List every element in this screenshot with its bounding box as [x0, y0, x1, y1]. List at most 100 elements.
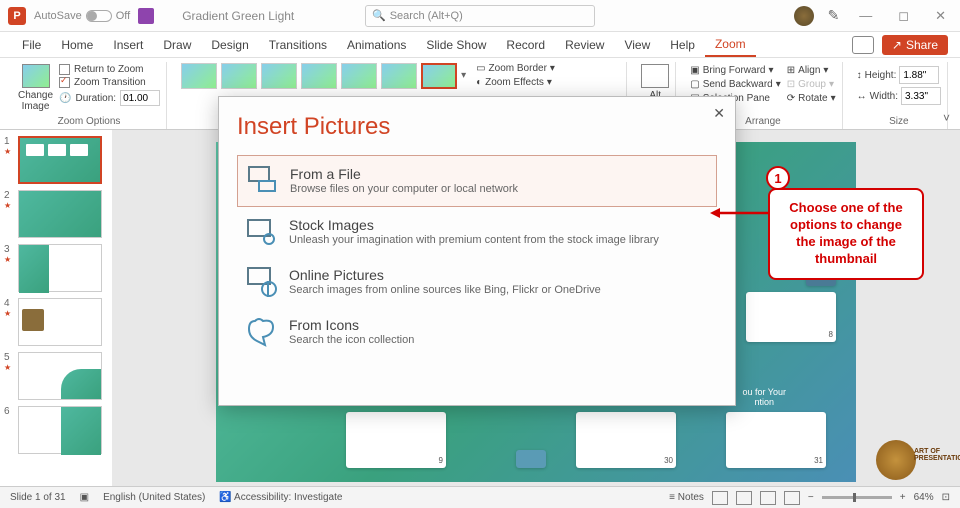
annotation-callout: 1 Choose one of the options to change th… — [768, 168, 924, 280]
animation-star-icon: ★ — [4, 147, 14, 156]
align-button[interactable]: ⊞Align▾ — [787, 64, 836, 77]
layer-front-icon: ▣ — [690, 65, 699, 76]
accessibility-icon: ♿ — [219, 492, 231, 503]
pen-icon[interactable]: ✎ — [828, 7, 840, 24]
zoom-style-4[interactable] — [301, 63, 337, 89]
autosave-toggle[interactable]: AutoSave Off — [34, 10, 130, 22]
change-image-label: Change Image — [18, 90, 53, 112]
slide-card-small[interactable] — [516, 450, 546, 468]
insert-pictures-dialog: ✕ Insert Pictures From a File Browse fil… — [218, 96, 736, 406]
comments-button[interactable] — [852, 36, 874, 54]
option-online-pictures[interactable]: Online Pictures Search images from onlin… — [237, 257, 717, 307]
option-from-icons[interactable]: From Icons Search the icon collection — [237, 307, 717, 357]
slide-thumb-2[interactable]: 2★ — [4, 190, 108, 238]
menu-view[interactable]: View — [614, 34, 660, 56]
return-to-zoom-checkbox[interactable]: Return to Zoom — [59, 64, 160, 75]
slide-thumb-6[interactable]: 6 — [4, 406, 108, 454]
width-input[interactable] — [901, 87, 941, 105]
spellcheck-icon[interactable]: ▣ — [80, 492, 89, 503]
callout-arrow-icon — [710, 207, 770, 219]
normal-view-button[interactable] — [712, 491, 728, 505]
slide-card-30[interactable]: 30 — [576, 412, 676, 468]
language-status[interactable]: English (United States) — [103, 492, 205, 503]
slide-card-8[interactable]: 8 — [746, 292, 836, 342]
option-title: Stock Images — [289, 217, 659, 233]
slide-thumb-3[interactable]: 3★ — [4, 244, 108, 292]
menu-transitions[interactable]: Transitions — [259, 34, 337, 56]
duration-label: Duration: — [75, 93, 116, 104]
document-title[interactable]: Gradient Green Light — [182, 9, 294, 23]
animation-star-icon: ★ — [4, 309, 14, 318]
menu-design[interactable]: Design — [201, 34, 258, 56]
duration-input[interactable] — [120, 90, 160, 106]
sorter-view-button[interactable] — [736, 491, 752, 505]
dialog-title: Insert Pictures — [237, 113, 717, 141]
menu-slideshow[interactable]: Slide Show — [416, 34, 496, 56]
fit-window-button[interactable]: ⊡ — [942, 492, 950, 503]
search-placeholder: Search (Alt+Q) — [390, 10, 463, 22]
option-from-file[interactable]: From a File Browse files on your compute… — [237, 155, 717, 207]
restore-button[interactable]: ◻ — [892, 8, 915, 24]
menu-insert[interactable]: Insert — [103, 34, 153, 56]
zoom-style-6[interactable] — [381, 63, 417, 89]
menu-record[interactable]: Record — [496, 34, 555, 56]
height-input[interactable] — [899, 66, 939, 84]
menu-draw[interactable]: Draw — [153, 34, 201, 56]
minimize-button[interactable]: — — [853, 8, 878, 23]
option-desc: Unleash your imagination with premium co… — [289, 234, 659, 246]
slide-card-31[interactable]: 31 — [726, 412, 826, 468]
styles-more-icon[interactable]: ▾ — [461, 70, 466, 81]
callout-box: Choose one of the options to change the … — [768, 188, 924, 280]
slide-card-9[interactable]: 9 — [346, 412, 446, 468]
group-button[interactable]: ⊡Group▾ — [787, 78, 836, 91]
zoom-level[interactable]: 64% — [914, 492, 934, 503]
option-desc: Search the icon collection — [289, 334, 414, 346]
bring-forward-button[interactable]: ▣Bring Forward▾ — [690, 64, 781, 77]
accessibility-status[interactable]: ♿ Accessibility: Investigate — [219, 492, 342, 503]
dialog-close-button[interactable]: ✕ — [713, 105, 725, 122]
slide-thumb-5[interactable]: 5★ — [4, 352, 108, 400]
slide-counter[interactable]: Slide 1 of 31 — [10, 492, 66, 503]
reading-view-button[interactable] — [760, 491, 776, 505]
slideshow-view-button[interactable] — [784, 491, 800, 505]
slide-thumbnail-panel[interactable]: 1★ 2★ 3★ 4★ 5★ 6 — [0, 130, 112, 486]
zoom-slider[interactable] — [822, 496, 892, 499]
search-input[interactable]: 🔍 Search (Alt+Q) — [365, 5, 595, 27]
from-icons-icon — [245, 317, 279, 347]
zoom-style-2[interactable] — [221, 63, 257, 89]
alt-text-icon — [641, 64, 669, 88]
size-group-label: Size — [889, 116, 908, 127]
menu-file[interactable]: File — [12, 34, 51, 56]
toggle-off-icon[interactable] — [86, 10, 112, 22]
zoom-transition-checkbox[interactable]: Zoom Transition — [59, 77, 160, 88]
menu-zoom[interactable]: Zoom — [705, 33, 756, 57]
notes-button[interactable]: ≡ Notes — [669, 492, 704, 503]
menu-help[interactable]: Help — [660, 34, 705, 56]
slide-thumb-1[interactable]: 1★ — [4, 136, 108, 184]
menu-review[interactable]: Review — [555, 34, 614, 56]
zoom-style-7[interactable] — [421, 63, 457, 89]
zoom-style-5[interactable] — [341, 63, 377, 89]
animation-star-icon: ★ — [4, 255, 14, 264]
zoom-in-button[interactable]: + — [900, 492, 906, 503]
zoom-border-button[interactable]: ▭Zoom Border▾ — [476, 62, 555, 75]
height-icon: ↕ — [857, 70, 862, 81]
user-avatar[interactable] — [794, 6, 814, 26]
menu-animations[interactable]: Animations — [337, 34, 416, 56]
save-icon[interactable] — [138, 8, 154, 24]
share-button[interactable]: ↗ Share — [882, 35, 948, 55]
change-image-button[interactable]: Change Image — [18, 62, 53, 112]
rotate-button[interactable]: ⟳Rotate▾ — [787, 92, 836, 105]
ribbon-collapse-button[interactable]: ˅ — [943, 111, 950, 125]
zoom-effects-button[interactable]: ◐Zoom Effects▾ — [476, 76, 555, 89]
zoom-style-1[interactable] — [181, 63, 217, 89]
clock-icon: 🕐 — [59, 93, 71, 104]
slide-thumb-4[interactable]: 4★ — [4, 298, 108, 346]
option-stock-images[interactable]: Stock Images Unleash your imagination wi… — [237, 207, 717, 257]
width-row: ↔Width: — [857, 87, 941, 105]
send-backward-button[interactable]: ▢Send Backward▾ — [690, 78, 781, 91]
menu-home[interactable]: Home — [51, 34, 103, 56]
close-button[interactable]: ✕ — [929, 8, 952, 24]
zoom-out-button[interactable]: − — [808, 492, 814, 503]
zoom-style-3[interactable] — [261, 63, 297, 89]
